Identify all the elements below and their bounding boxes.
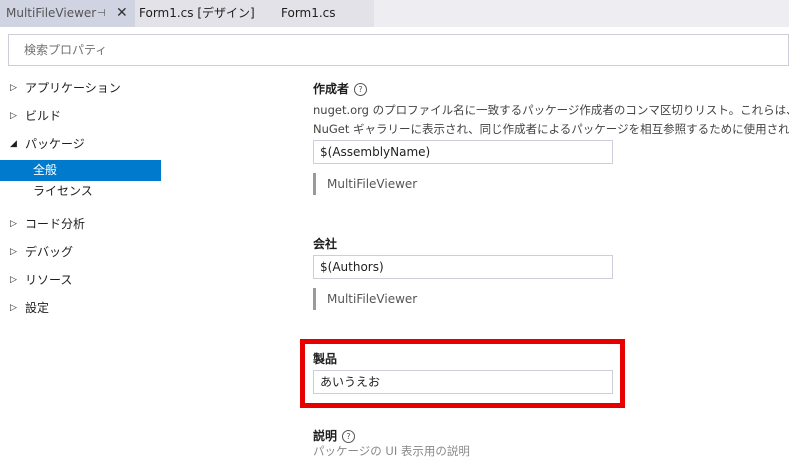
company-evaluated-value: MultiFileViewer bbox=[313, 288, 513, 310]
description-title: 説明? bbox=[313, 427, 356, 444]
search-input[interactable] bbox=[9, 35, 788, 65]
authors-description-line: NuGet ギャラリーに表示され、同じ作成者によるパッケージを相互参照するために… bbox=[313, 122, 789, 136]
sidebar-item-label: コード分析 bbox=[25, 217, 86, 231]
sidebar-item-code-analysis[interactable]: ▷ コード分析 bbox=[0, 214, 162, 235]
authors-input[interactable]: $(AssemblyName) bbox=[313, 140, 613, 164]
sidebar-item-general[interactable]: 全般 bbox=[0, 160, 161, 181]
description-title-label: 説明 bbox=[313, 429, 338, 443]
sidebar-item-label: ビルド bbox=[25, 109, 62, 123]
search-box bbox=[8, 34, 789, 66]
tab-multifileviewer[interactable]: MultiFileViewer ⊣ ✕ bbox=[0, 0, 135, 27]
company-title-label: 会社 bbox=[313, 237, 338, 251]
authors-description-line: nuget.org のプロファイル名に一致するパッケージ作成者のコンマ区切りリス… bbox=[313, 103, 789, 117]
sidebar-item-label: リソース bbox=[25, 273, 73, 287]
sidebar-item-application[interactable]: ▷ アプリケーション bbox=[0, 78, 162, 99]
sidebar-item-settings[interactable]: ▷ 設定 bbox=[0, 298, 162, 319]
sidebar-item-label: アプリケーション bbox=[25, 81, 121, 95]
tab-form1-cs[interactable]: Form1.cs bbox=[267, 0, 374, 27]
tab-label: Form1.cs [デザイン] bbox=[139, 6, 255, 20]
authors-title: 作成者? bbox=[313, 80, 368, 97]
document-tab-bar: MultiFileViewer ⊣ ✕ Form1.cs [デザイン] Form… bbox=[0, 0, 789, 27]
collapsed-arrow-icon[interactable]: ▷ bbox=[10, 270, 17, 291]
sidebar-item-resources[interactable]: ▷ リソース bbox=[0, 270, 162, 291]
sidebar-item-label: 設定 bbox=[25, 301, 50, 315]
expanded-arrow-icon[interactable]: ◢ bbox=[10, 134, 17, 155]
collapsed-arrow-icon[interactable]: ▷ bbox=[10, 298, 17, 319]
help-icon[interactable]: ? bbox=[342, 430, 356, 443]
collapsed-arrow-icon[interactable]: ▷ bbox=[10, 214, 17, 235]
annotation-highlight-box bbox=[300, 339, 625, 408]
authors-title-label: 作成者 bbox=[313, 82, 350, 96]
close-icon[interactable]: ✕ bbox=[116, 0, 128, 27]
authors-evaluated-value: MultiFileViewer bbox=[313, 173, 513, 195]
tab-label: Form1.cs bbox=[281, 6, 336, 20]
company-title: 会社 bbox=[313, 235, 337, 252]
sidebar-item-label: デバッグ bbox=[25, 245, 74, 259]
pin-icon[interactable]: ⊣ bbox=[97, 0, 106, 27]
description-text: パッケージの UI 表示用の説明 bbox=[313, 444, 470, 458]
sidebar-item-label: 全般 bbox=[33, 163, 58, 177]
tab-form1-designer[interactable]: Form1.cs [デザイン] bbox=[135, 0, 267, 27]
tab-label: MultiFileViewer bbox=[6, 6, 97, 20]
sidebar-item-build[interactable]: ▷ ビルド bbox=[0, 106, 162, 127]
collapsed-arrow-icon[interactable]: ▷ bbox=[10, 106, 17, 127]
help-icon[interactable]: ? bbox=[354, 83, 368, 96]
sidebar-item-label: パッケージ bbox=[25, 137, 85, 151]
sidebar-item-label: ライセンス bbox=[33, 184, 93, 198]
sidebar-item-license[interactable]: ライセンス bbox=[0, 181, 161, 202]
sidebar-item-debug[interactable]: ▷ デバッグ bbox=[0, 242, 162, 263]
authors-description: nuget.org のプロファイル名に一致するパッケージ作成者のコンマ区切りリス… bbox=[313, 101, 789, 139]
collapsed-arrow-icon[interactable]: ▷ bbox=[10, 78, 17, 99]
collapsed-arrow-icon[interactable]: ▷ bbox=[10, 242, 17, 263]
company-input[interactable]: $(Authors) bbox=[313, 255, 613, 279]
sidebar-item-package[interactable]: ◢ パッケージ bbox=[0, 134, 162, 155]
